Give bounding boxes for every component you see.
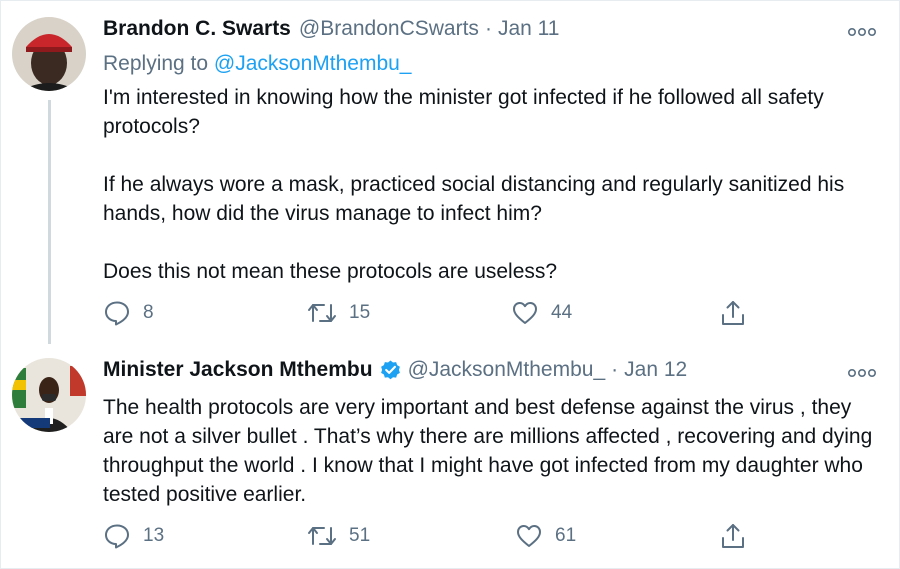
tweet-actions: 13 51 61: [103, 522, 763, 552]
like-count: 61: [555, 525, 577, 546]
share-button[interactable]: [719, 522, 747, 550]
display-name[interactable]: Brandon C. Swarts: [103, 17, 291, 41]
reply-count: 13: [143, 525, 165, 546]
tweet-paragraph: Does this not mean these protocols are u…: [103, 260, 558, 283]
replying-label: Replying to: [103, 52, 209, 75]
retweet-count: 15: [349, 302, 371, 323]
like-count: 44: [551, 302, 573, 323]
avatar-brandon-image: [12, 17, 86, 91]
share-button[interactable]: [719, 299, 747, 327]
thread-connector-line: [48, 100, 51, 344]
like-button[interactable]: 44: [511, 299, 572, 327]
user-handle[interactable]: @BrandonCSwarts: [299, 17, 479, 41]
retweet-button[interactable]: 51: [307, 522, 370, 550]
tweet-paragraph: I'm interested in knowing how the minist…: [103, 86, 824, 138]
user-handle[interactable]: @JacksonMthembu_: [408, 358, 606, 382]
separator-dot: ·: [611, 358, 619, 381]
reply-button[interactable]: 8: [103, 299, 154, 327]
replying-to: Replying to @JacksonMthembu_: [103, 52, 411, 76]
more-icon[interactable]: [848, 368, 876, 378]
verified-badge-icon: [380, 359, 400, 379]
share-icon: [722, 524, 744, 548]
reply-count: 8: [143, 302, 154, 323]
separator-dot: ·: [484, 17, 492, 40]
tweet-paragraph: If he always wore a mask, practiced soci…: [103, 173, 845, 225]
more-icon[interactable]: [848, 27, 876, 37]
tweet-paragraph: The health protocols are very important …: [103, 396, 873, 506]
tweet-header: Brandon C. Swarts @BrandonCSwarts · Jan …: [103, 17, 559, 41]
tweet-header: Minister Jackson Mthembu @JacksonMthembu…: [103, 358, 687, 382]
reply-icon: [105, 524, 129, 549]
retweet-icon: [308, 527, 336, 545]
like-icon: [513, 302, 537, 324]
avatar-jackson[interactable]: [12, 358, 86, 432]
retweet-count: 51: [349, 525, 371, 546]
tweet-text: The health protocols are very important …: [103, 393, 873, 509]
retweet-button[interactable]: 15: [307, 299, 370, 327]
like-button[interactable]: 61: [515, 522, 576, 550]
display-name[interactable]: Minister Jackson Mthembu: [103, 358, 373, 382]
avatar-brandon[interactable]: [12, 17, 86, 91]
reply-button[interactable]: 13: [103, 522, 164, 550]
tweet-date[interactable]: Jan 12: [624, 358, 687, 382]
tweet-actions: 8 15 44: [103, 299, 763, 329]
tweet-date[interactable]: Jan 11: [498, 17, 560, 41]
tweet-text: I'm interested in knowing how the minist…: [103, 83, 863, 286]
share-icon: [722, 301, 744, 325]
retweet-icon: [308, 304, 336, 322]
reply-icon: [105, 301, 129, 326]
avatar-jackson-image: [12, 358, 86, 432]
like-icon: [517, 525, 541, 547]
replying-to-handle[interactable]: @JacksonMthembu_: [214, 52, 412, 75]
